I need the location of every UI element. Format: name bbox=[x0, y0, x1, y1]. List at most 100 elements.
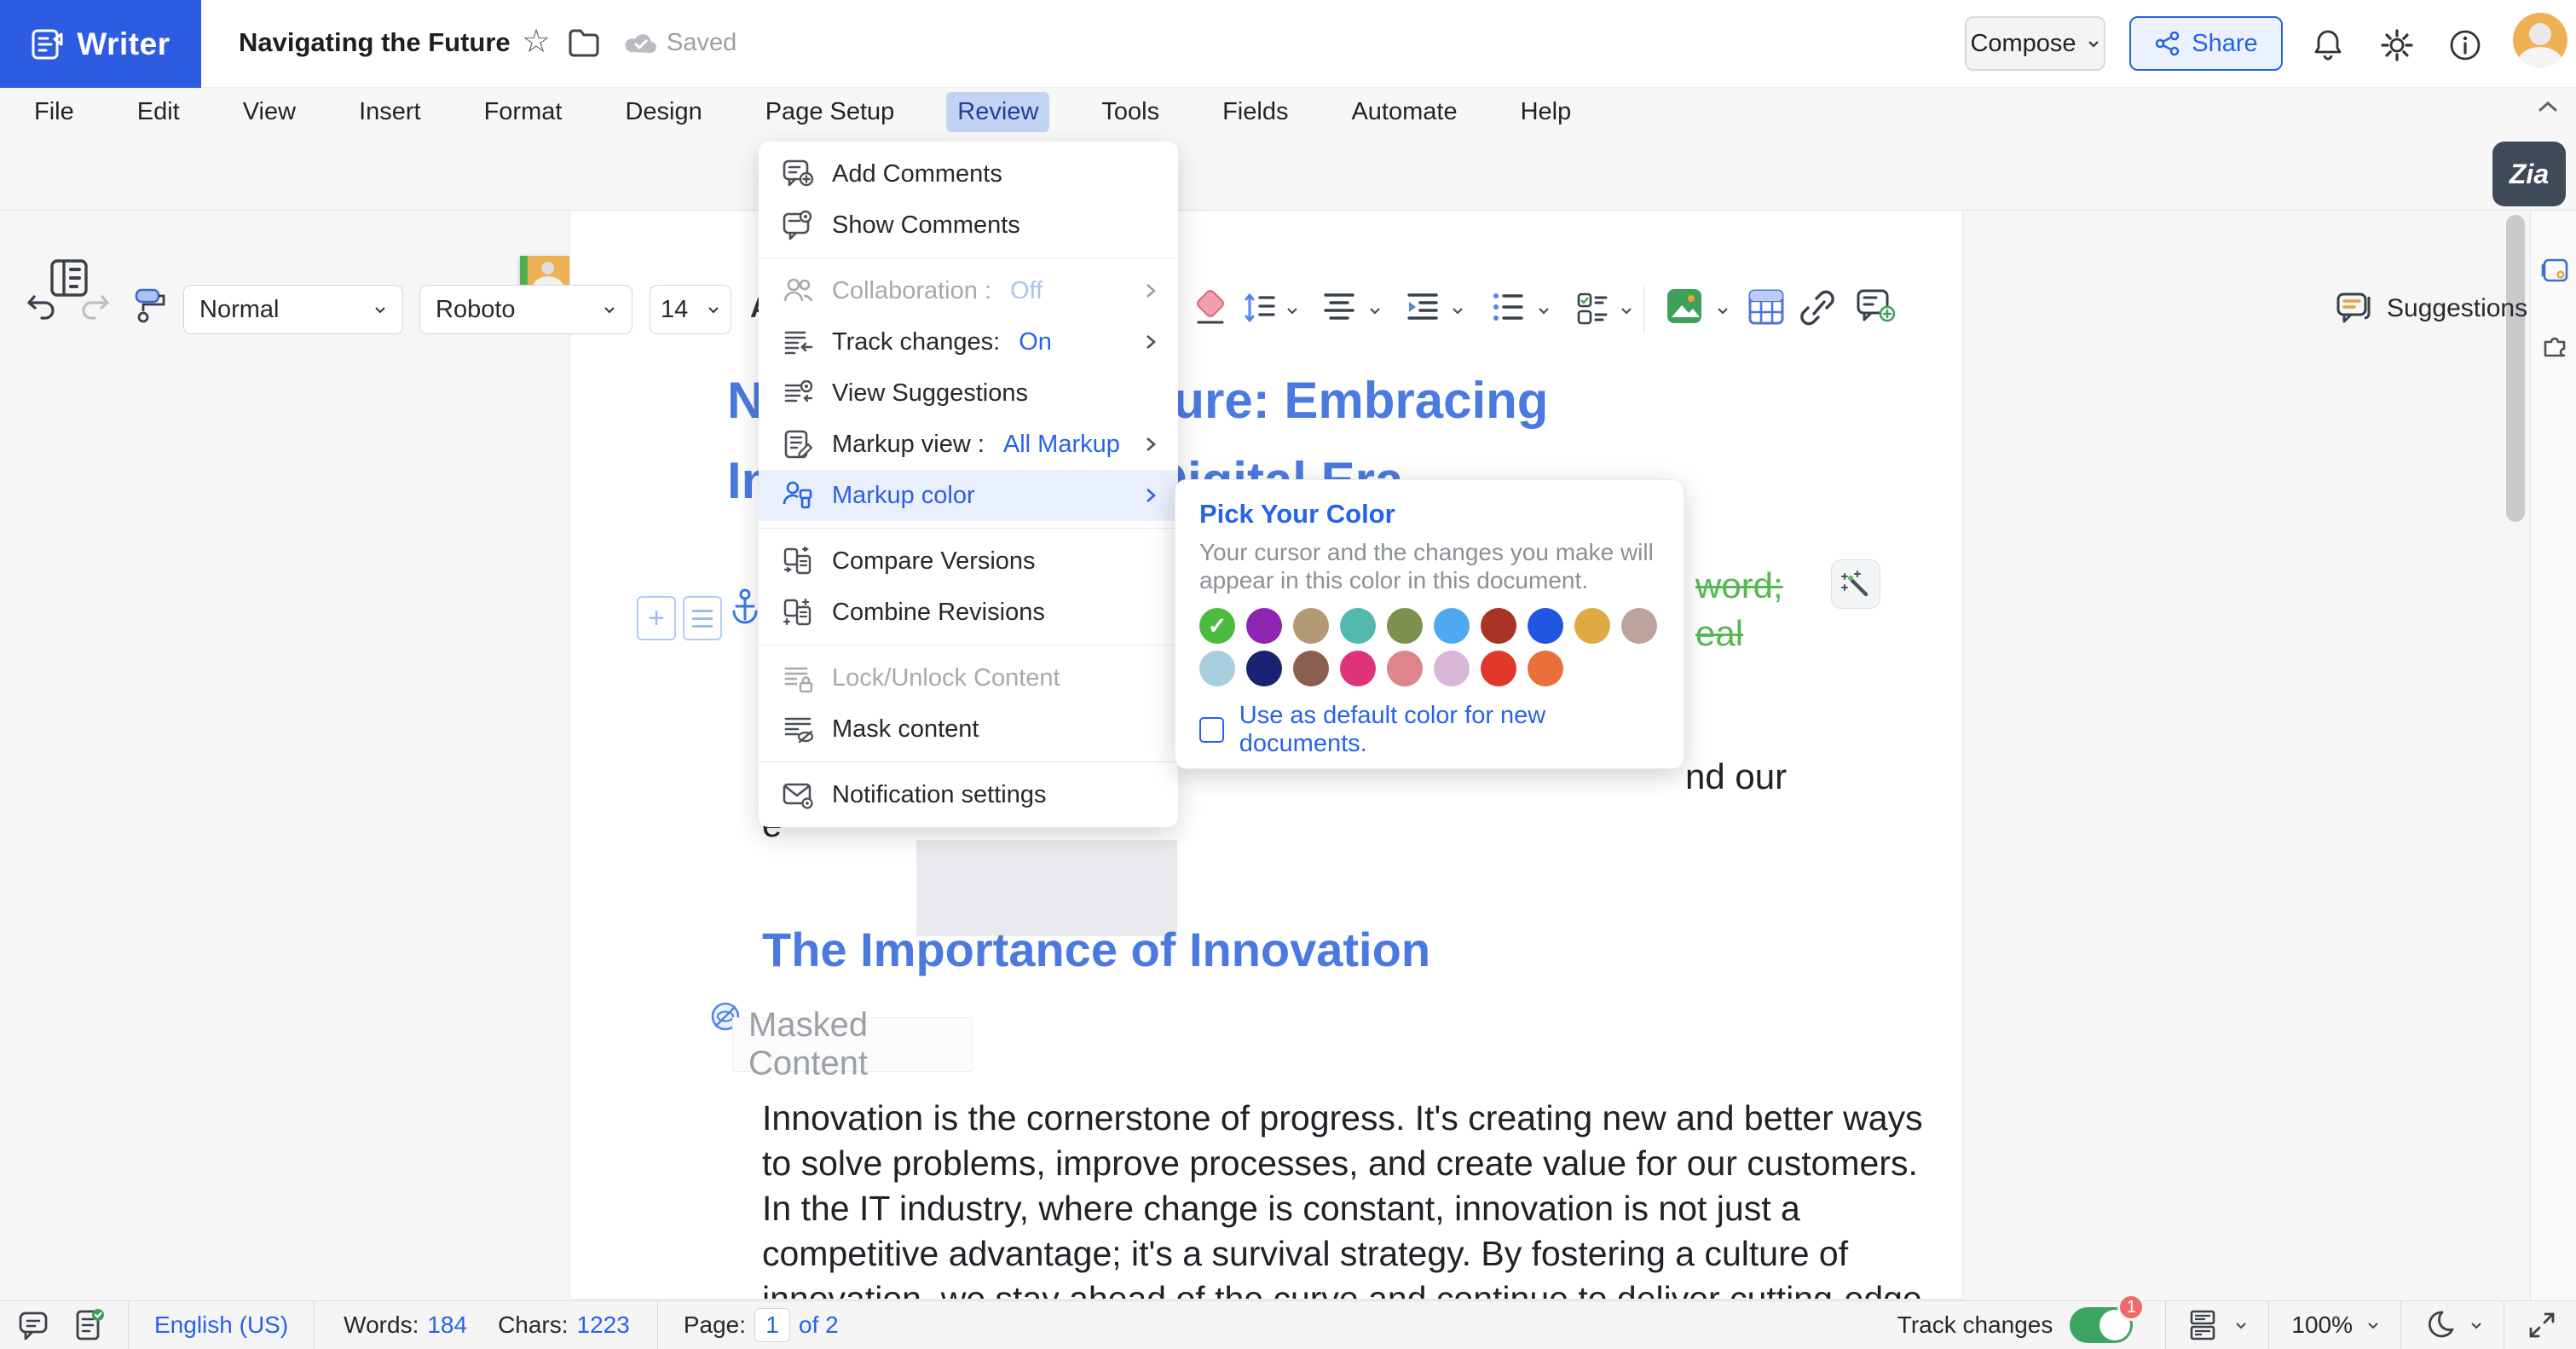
menu-item-lock-unlock-content[interactable]: Lock/Unlock Content bbox=[759, 652, 1178, 703]
masked-content-label[interactable]: Masked Content bbox=[732, 1006, 973, 1082]
redo-icon[interactable] bbox=[78, 292, 111, 321]
color-swatch[interactable] bbox=[1528, 608, 1563, 644]
zoom-level[interactable]: 100% bbox=[2291, 1311, 2353, 1339]
image-chevron-icon[interactable] bbox=[1716, 304, 1730, 317]
block-menu-button[interactable] bbox=[683, 596, 722, 640]
compose-button[interactable]: Compose bbox=[1965, 16, 2105, 71]
vertical-scrollbar[interactable] bbox=[2506, 215, 2525, 522]
zia-magic-wand-button[interactable] bbox=[1831, 559, 1880, 609]
document-title[interactable]: Navigating the Future bbox=[239, 27, 511, 58]
menu-review[interactable]: Review bbox=[946, 92, 1050, 132]
add-block-button[interactable]: + bbox=[637, 596, 676, 640]
settings-gear-icon[interactable] bbox=[2380, 28, 2414, 62]
color-swatch[interactable] bbox=[1434, 651, 1470, 686]
menu-item-show-comments[interactable]: Show Comments bbox=[759, 200, 1178, 251]
current-page-input[interactable]: 1 bbox=[754, 1308, 790, 1342]
collapse-toolbar-chevron-icon[interactable] bbox=[2535, 98, 2561, 115]
comments-bubble-icon[interactable] bbox=[17, 1308, 51, 1342]
menu-automate[interactable]: Automate bbox=[1340, 92, 1468, 132]
color-swatch[interactable] bbox=[1387, 608, 1423, 644]
zia-assistant-button[interactable]: Zia bbox=[2492, 142, 2566, 206]
menu-item-combine-revisions[interactable]: Combine Revisions bbox=[759, 587, 1178, 638]
font-family-select[interactable]: Roboto bbox=[419, 285, 632, 334]
menu-fields[interactable]: Fields bbox=[1211, 92, 1299, 132]
menu-item-add-comments[interactable]: Add Comments bbox=[759, 148, 1178, 200]
align-icon[interactable] bbox=[1323, 292, 1355, 322]
color-swatch[interactable] bbox=[1199, 651, 1235, 686]
undo-icon[interactable] bbox=[26, 292, 58, 321]
folder-icon[interactable] bbox=[568, 28, 600, 57]
indent-chevron-icon[interactable] bbox=[1451, 304, 1464, 317]
menu-page-setup[interactable]: Page Setup bbox=[754, 92, 906, 132]
language-selector[interactable]: English (US) bbox=[154, 1311, 288, 1339]
menu-format[interactable]: Format bbox=[473, 92, 574, 132]
menu-edit[interactable]: Edit bbox=[126, 92, 191, 132]
insert-table-icon[interactable] bbox=[1747, 288, 1785, 326]
menu-item-markup-view[interactable]: Markup view : All Markup bbox=[759, 419, 1178, 470]
insert-link-icon[interactable] bbox=[1799, 290, 1836, 326]
page-view-chevron-icon[interactable] bbox=[2234, 1318, 2248, 1332]
color-swatch[interactable] bbox=[1246, 608, 1282, 644]
format-painter-icon[interactable] bbox=[130, 287, 167, 327]
checklist-chevron-icon[interactable] bbox=[1620, 304, 1633, 317]
spellcheck-doc-icon[interactable] bbox=[73, 1307, 106, 1343]
bullet-list-icon[interactable] bbox=[1492, 292, 1524, 322]
menu-file[interactable]: File bbox=[23, 92, 85, 132]
color-swatch[interactable] bbox=[1387, 651, 1423, 686]
menu-view[interactable]: View bbox=[232, 92, 307, 132]
chars-count[interactable]: 1223 bbox=[577, 1311, 630, 1339]
eraser-icon[interactable] bbox=[1192, 288, 1229, 329]
menu-item-view-suggestions[interactable]: View Suggestions bbox=[759, 368, 1178, 419]
track-changes-toggle[interactable]: 1 bbox=[2070, 1294, 2146, 1343]
color-swatch[interactable]: ✓ bbox=[1199, 608, 1235, 644]
color-swatch[interactable] bbox=[1434, 608, 1470, 644]
paragraph-style-select[interactable]: Normal bbox=[183, 285, 403, 334]
share-button[interactable]: Share bbox=[2129, 16, 2283, 71]
zoom-chevron-icon[interactable] bbox=[2366, 1318, 2380, 1332]
default-color-checkbox[interactable] bbox=[1199, 717, 1224, 743]
color-swatch[interactable] bbox=[1340, 651, 1376, 686]
checklist-layout-icon[interactable] bbox=[1575, 292, 1609, 326]
menu-tools[interactable]: Tools bbox=[1090, 92, 1170, 132]
default-color-option[interactable]: Use as default color for new documents. bbox=[1199, 702, 1660, 758]
page-view-icon[interactable] bbox=[2186, 1308, 2221, 1342]
favorite-star-icon[interactable]: ☆ bbox=[522, 22, 551, 61]
dark-mode-moon-icon[interactable] bbox=[2423, 1309, 2456, 1341]
color-swatch[interactable] bbox=[1481, 608, 1516, 644]
user-avatar[interactable] bbox=[2513, 13, 2567, 67]
suggestions-button[interactable]: Suggestions bbox=[2336, 292, 2527, 326]
add-comment-icon[interactable] bbox=[1856, 288, 1895, 326]
insert-image-icon[interactable] bbox=[1665, 287, 1704, 326]
notifications-bell-icon[interactable] bbox=[2312, 28, 2344, 62]
menu-help[interactable]: Help bbox=[1510, 92, 1583, 132]
color-swatch[interactable] bbox=[1481, 651, 1516, 686]
align-chevron-icon[interactable] bbox=[1368, 304, 1382, 317]
menu-item-compare-versions[interactable]: Compare Versions bbox=[759, 536, 1178, 587]
menu-insert[interactable]: Insert bbox=[348, 92, 432, 132]
menu-design[interactable]: Design bbox=[614, 92, 713, 132]
color-swatch[interactable] bbox=[1293, 651, 1329, 686]
menu-item-notification-settings[interactable]: Notification settings bbox=[759, 769, 1178, 820]
font-size-select[interactable]: 14 bbox=[650, 285, 731, 334]
extensions-puzzle-icon[interactable] bbox=[2540, 330, 2569, 359]
panel-wallet-icon[interactable] bbox=[2540, 258, 2569, 283]
menu-item-mask-content[interactable]: Mask content bbox=[759, 703, 1178, 755]
info-icon[interactable] bbox=[2448, 28, 2482, 62]
color-swatch[interactable] bbox=[1293, 608, 1329, 644]
color-swatch[interactable] bbox=[1528, 651, 1563, 686]
menu-item-markup-color[interactable]: Markup color bbox=[759, 470, 1178, 521]
indent-icon[interactable] bbox=[1406, 292, 1439, 322]
line-spacing-icon[interactable] bbox=[1243, 292, 1277, 324]
dark-mode-chevron-icon[interactable] bbox=[2469, 1318, 2483, 1332]
color-swatch[interactable] bbox=[1574, 608, 1610, 644]
menu-item-collaboration[interactable]: Collaboration : Off bbox=[759, 265, 1178, 316]
words-count[interactable]: 184 bbox=[427, 1311, 467, 1339]
color-swatch[interactable] bbox=[1621, 608, 1657, 644]
color-swatch[interactable] bbox=[1246, 651, 1282, 686]
writer-logo[interactable]: Writer bbox=[0, 0, 201, 88]
color-swatch[interactable] bbox=[1340, 608, 1376, 644]
menu-item-track-changes[interactable]: Track changes: On bbox=[759, 316, 1178, 368]
fullscreen-expand-icon[interactable] bbox=[2527, 1310, 2557, 1340]
list-chevron-icon[interactable] bbox=[1537, 304, 1551, 317]
line-spacing-chevron-icon[interactable] bbox=[1285, 304, 1299, 317]
